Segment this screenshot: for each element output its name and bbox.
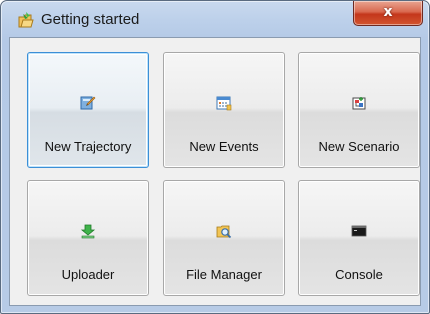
file-manager-button[interactable]: File Manager	[163, 180, 285, 296]
console-icon	[351, 225, 367, 237]
new-events-icon	[216, 96, 232, 111]
tiles-panel: New Trajectory New Events New Scenario U…	[9, 37, 421, 306]
new-trajectory-button[interactable]: New Trajectory	[27, 52, 149, 168]
new-scenario-button[interactable]: New Scenario	[298, 52, 420, 168]
title-bar[interactable]: Getting started x	[1, 1, 429, 37]
new-scenario-icon	[352, 97, 366, 110]
file-manager-icon	[216, 225, 232, 239]
window-title: Getting started	[41, 11, 140, 28]
console-button[interactable]: Console	[298, 180, 420, 296]
new-events-button[interactable]: New Events	[163, 52, 285, 168]
tile-label: New Scenario	[318, 139, 400, 154]
tile-label: File Manager	[186, 267, 262, 282]
new-trajectory-icon	[80, 96, 96, 110]
tile-label: New Events	[189, 139, 259, 154]
tile-label: New Trajectory	[44, 139, 132, 154]
uploader-button[interactable]: Uploader	[27, 180, 149, 296]
close-button[interactable]: x	[353, 1, 423, 26]
getting-started-window: Getting started x New Trajectory New Eve…	[0, 0, 430, 314]
uploader-icon	[80, 224, 96, 239]
tile-label: Uploader	[61, 267, 115, 282]
tile-label: Console	[335, 267, 383, 282]
close-icon: x	[383, 4, 393, 20]
getting-started-icon	[18, 12, 34, 28]
